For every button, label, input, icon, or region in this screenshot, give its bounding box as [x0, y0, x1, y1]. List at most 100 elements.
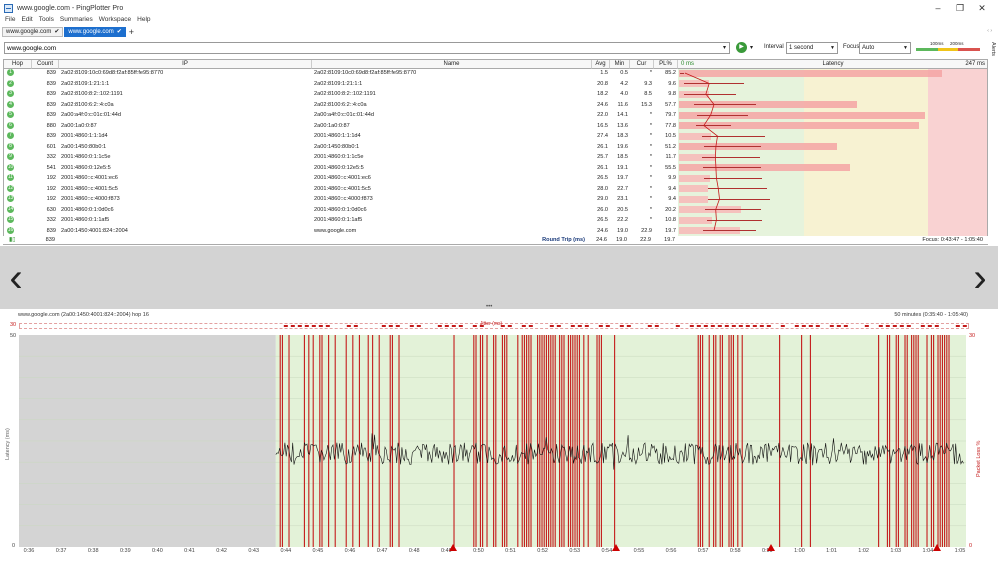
jitter-mark [710, 325, 715, 327]
cur-cell: * [649, 122, 652, 129]
target-input[interactable] [4, 42, 730, 54]
cur-cell: 15.3 [641, 101, 652, 108]
focus-select[interactable]: Auto ▼ [859, 42, 911, 54]
jitter-mark [703, 325, 708, 327]
jitter-mark [381, 325, 386, 327]
time-tick: 0:46 [344, 548, 356, 554]
pl-cell: 20.2 [665, 206, 676, 213]
minimize-button[interactable]: – [932, 3, 944, 13]
count-cell: 839 [46, 101, 56, 108]
jitter-mark [458, 325, 463, 327]
jitter-mark [766, 325, 771, 327]
count-cell: 839 [46, 133, 56, 139]
latency-plot[interactable] [19, 335, 966, 547]
jitter-mark [283, 325, 288, 327]
event-marker-icon[interactable] [612, 544, 621, 551]
y2-axis-title: Packet Loss % [976, 440, 982, 477]
col-cur[interactable]: Cur [630, 60, 654, 69]
jitter-mark [675, 325, 680, 327]
jitter-mark [451, 325, 456, 327]
name-cell: 2001:4860::c:4001:5c5 [314, 185, 371, 192]
graph-timespan[interactable]: 50 minutes (0:35:40 - 1:05:40) [894, 312, 968, 318]
name-cell: 2a02:8100:8:2::102:1191 [314, 91, 376, 97]
pl-cell: 9.8 [668, 91, 676, 97]
interval-select[interactable]: 1 second ▼ [786, 42, 838, 54]
cur-cell: * [649, 185, 652, 192]
jitter-mark [738, 325, 743, 327]
menu-help[interactable]: Help [137, 16, 150, 25]
jitter-mark [927, 325, 932, 327]
time-tick: 0:37 [55, 548, 67, 554]
menu-edit[interactable]: Edit [21, 16, 32, 25]
tab-target-2[interactable]: www.google.com ✔ [64, 26, 126, 37]
min-cell: 19.6 [617, 143, 628, 150]
event-marker-icon[interactable] [933, 544, 942, 551]
cur-cell: * [649, 70, 652, 76]
time-tick: 0:57 [697, 548, 709, 554]
target-dropdown-icon[interactable]: ▾ [723, 44, 726, 51]
menu-workspace[interactable]: Workspace [99, 16, 131, 25]
col-hop[interactable]: Hop [4, 60, 32, 69]
col-name[interactable]: Name [312, 60, 592, 69]
menu-tools[interactable]: Tools [39, 16, 54, 25]
hop-number-badge: 3 [7, 90, 14, 97]
tab-label: www.google.com [68, 28, 114, 35]
menu-summaries[interactable]: Summaries [60, 16, 93, 25]
col-min[interactable]: Min [610, 60, 630, 69]
count-cell: 839 [46, 70, 56, 76]
jitter-marks [283, 325, 967, 327]
time-tick: 0:54 [601, 548, 613, 554]
ip-cell: 2001:4860:0:12e5:5 [61, 164, 111, 171]
menu-file[interactable]: File [5, 16, 15, 25]
jitter-mark [388, 325, 393, 327]
col-pl[interactable]: PL% [654, 60, 678, 69]
col-count[interactable]: Count [32, 60, 59, 69]
name-cell: 2001:4860:0:1:1af5 [314, 217, 363, 223]
pl-cell: 19.7 [665, 227, 676, 234]
avg-cell: 25.7 [597, 154, 608, 160]
window-title: www.google.com - PingPlotter Pro [17, 4, 124, 12]
latency-legend: 100ms 200ms [916, 41, 982, 54]
cur-cell: 9.3 [644, 80, 652, 87]
event-marker-icon[interactable] [766, 544, 775, 551]
add-tab-icon[interactable]: + [129, 27, 134, 37]
tab-label: www.google.com [6, 28, 52, 35]
interval-value: 1 second [789, 45, 814, 51]
min-cell: 19.1 [617, 164, 628, 171]
ip-cell: 2001:4860::c:4001:ec6 [61, 175, 118, 181]
name-cell: 2001:4860::c:4000:f873 [314, 196, 373, 202]
jitter-mark [598, 325, 603, 327]
maximize-button[interactable]: ❐ [954, 3, 966, 13]
jitter-mark [829, 325, 834, 327]
tab-target-1[interactable]: www.google.com ✔ [2, 26, 64, 37]
ip-cell: 2a02:8109:10c0:69d8:f2af:85ff:fe95:8770 [61, 70, 164, 76]
pl-cell: 79.7 [665, 112, 676, 118]
close-button[interactable]: ✕ [976, 3, 988, 13]
play-options-icon[interactable]: ▾ [750, 44, 753, 51]
y-axis-bottom-label: 0 [12, 543, 16, 549]
next-arrow-icon[interactable]: › [968, 258, 992, 298]
avg-cell: 26.1 [597, 164, 608, 171]
pl-cell: 57.7 [665, 101, 676, 108]
name-cell: 2a02:8109:1:21:1:1 [314, 80, 363, 87]
hop-number-badge: 9 [7, 153, 14, 160]
target-toolbar: ▾ ▶ ▾ Interval 1 second ▼ Focus Auto ▼ 100… [0, 41, 998, 55]
timeline-graph-panel: www.google.com (2a00:1450:4001:824::2004… [0, 309, 998, 563]
previous-arrow-icon[interactable]: ‹ [4, 258, 28, 298]
col-ip[interactable]: IP [59, 60, 312, 69]
jitter-mark [752, 325, 757, 327]
pl-cell: 11.7 [665, 154, 676, 160]
jitter-mark [290, 325, 295, 327]
jitter-mark [528, 325, 533, 327]
col-avg[interactable]: Avg [592, 60, 610, 69]
latency-min-label: 0 ms [681, 61, 695, 67]
name-cell: 2a00:1a0:0:87 [314, 122, 350, 129]
col-latency[interactable]: 0 ms Latency 247 ms [678, 60, 987, 69]
avg-cell: 20.8 [597, 80, 608, 87]
jitter-mark [416, 325, 421, 327]
name-cell: 2a00:1450:80b0:1 [314, 143, 360, 150]
jitter-mark [570, 325, 575, 327]
play-icon[interactable]: ▶ [736, 42, 747, 53]
tab-scroll-icon[interactable]: ‹ › [987, 28, 992, 34]
event-marker-icon[interactable] [448, 544, 457, 551]
